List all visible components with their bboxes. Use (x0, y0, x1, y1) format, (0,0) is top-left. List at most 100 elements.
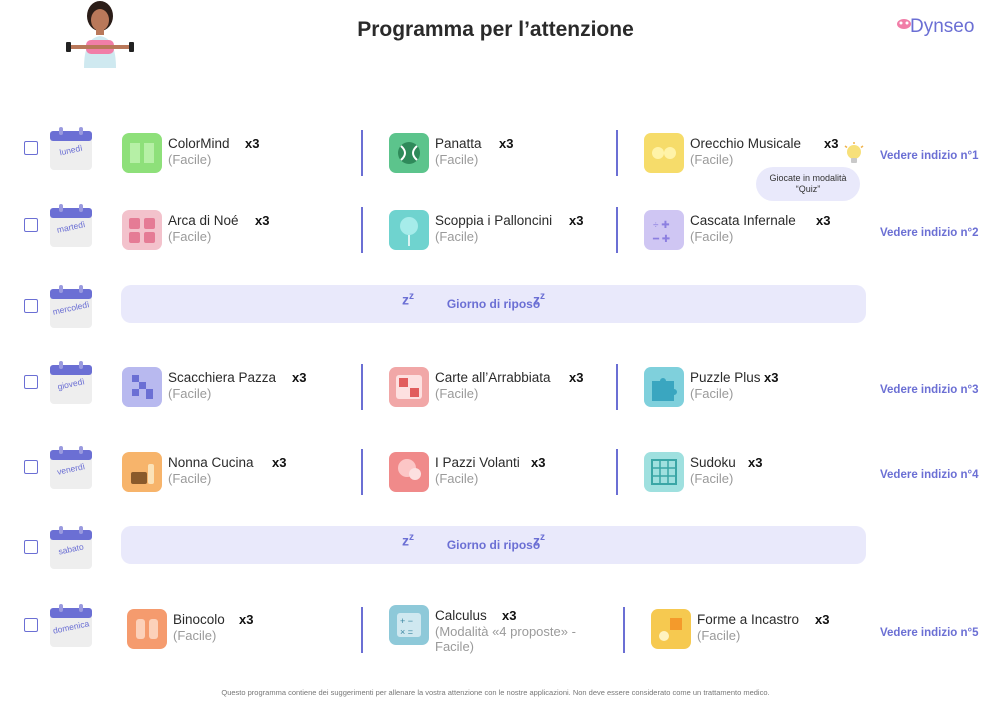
repetition-count: x3 (824, 136, 839, 151)
hint-link[interactable]: Vedere indizio n°3 (880, 384, 979, 396)
tip-bubble: Giocate in modalità “Quiz” (756, 167, 860, 201)
brand-logo: Dynseo (896, 14, 986, 40)
balloon-icon (389, 210, 429, 250)
difficulty-level: (Facile) (168, 229, 212, 244)
tennis-ball-icon (389, 133, 429, 173)
disclaimer: Questo programma contiene dei suggerimen… (221, 688, 770, 697)
column-divider (361, 364, 363, 410)
day-checkbox[interactable] (24, 299, 38, 313)
repetition-count: x3 (816, 213, 831, 228)
calculator-icon: + − × = (389, 605, 429, 645)
calendar-icon: martedì (49, 204, 93, 248)
colormind-icon (122, 133, 162, 173)
day-checkbox[interactable] (24, 218, 38, 232)
activity-name: ColorMind (168, 136, 230, 151)
cooking-icon (122, 452, 162, 492)
activity-name: Carte all’Arrabbiata (435, 370, 551, 385)
hint-link[interactable]: Vedere indizio n°2 (880, 227, 979, 239)
svg-text:+ −: + − (400, 616, 413, 626)
puzzle-icon (644, 367, 684, 407)
difficulty-level: (Facile) (435, 386, 479, 401)
activity-name: Panatta (435, 136, 482, 151)
day-checkbox[interactable] (24, 618, 38, 632)
rest-day-banner: zz Giorno di riposo zz (121, 526, 866, 564)
day-checkbox[interactable] (24, 540, 38, 554)
column-divider (616, 364, 618, 410)
difficulty-level: (Facile) (173, 628, 217, 643)
calendar-icon: mercoledì (49, 285, 93, 329)
binoculars-icon (127, 609, 167, 649)
rest-day-banner: zz Giorno di riposo zz (121, 285, 866, 323)
repetition-count: x3 (531, 455, 546, 470)
activity-name: Arca di Noé (168, 213, 239, 228)
activity-name: Nonna Cucina (168, 455, 254, 470)
activity-name: Cascata Infernale (690, 213, 796, 228)
activity-name: Orecchio Musicale (690, 136, 802, 151)
difficulty-level: (Facile) (435, 471, 479, 486)
activity-name: I Pazzi Volanti (435, 455, 520, 470)
hint-link[interactable]: Vedere indizio n°5 (880, 627, 979, 639)
hint-link[interactable]: Vedere indizio n°1 (880, 150, 979, 162)
difficulty-level: (Facile) (690, 152, 734, 167)
brand-name: Dynseo (910, 16, 975, 37)
repetition-count: x3 (569, 370, 584, 385)
activity-name: Sudoku (690, 455, 736, 470)
column-divider (623, 607, 625, 653)
difficulty-level: (Facile) (690, 229, 734, 244)
sudoku-grid-icon (644, 452, 684, 492)
repetition-count: x3 (569, 213, 584, 228)
rest-day-label: Giorno di riposo (446, 297, 541, 311)
repetition-count: x3 (239, 612, 254, 627)
shapes-icon (651, 609, 691, 649)
animal-cards-icon (122, 210, 162, 250)
repetition-count: x3 (748, 455, 763, 470)
calendar-icon: giovedì (49, 361, 93, 405)
column-divider (361, 130, 363, 176)
activity-name: Forme a Incastro (697, 612, 800, 627)
repetition-count: x3 (499, 136, 514, 151)
difficulty-level: (Facile) (168, 471, 212, 486)
column-divider (361, 607, 363, 653)
repetition-count: x3 (292, 370, 307, 385)
day-checkbox[interactable] (24, 375, 38, 389)
math-symbols-icon: ÷ ✚ ━ ✚ (644, 210, 684, 250)
calendar-icon: domenica (49, 604, 93, 648)
column-divider (616, 207, 618, 253)
hint-link[interactable]: Vedere indizio n°4 (880, 469, 979, 481)
difficulty-level: (Modalità «4 proposte» - Facile) (435, 624, 576, 654)
calendar-icon: sabato (49, 526, 93, 570)
day-checkbox[interactable] (24, 460, 38, 474)
rest-day-label: Giorno di riposo (446, 538, 541, 552)
activity-name: Binocolo (173, 612, 225, 627)
repetition-count: x3 (255, 213, 270, 228)
difficulty-level: (Facile) (435, 152, 479, 167)
repetition-count: x3 (502, 608, 517, 623)
column-divider (361, 449, 363, 495)
calendar-icon: venerdì (49, 446, 93, 490)
sleep-icon: zz (533, 291, 545, 308)
difficulty-level: (Facile) (697, 628, 741, 643)
difficulty-level: (Facile) (690, 471, 734, 486)
calendar-icon: lunedì (49, 127, 93, 171)
difficulty-level: (Facile) (168, 386, 212, 401)
svg-text:━ ✚: ━ ✚ (652, 234, 670, 245)
svg-text:× =: × = (400, 627, 413, 637)
column-divider (616, 449, 618, 495)
column-divider (616, 130, 618, 176)
svg-text:÷ ✚: ÷ ✚ (653, 220, 670, 231)
column-divider (361, 207, 363, 253)
activity-name: Calculus (435, 608, 487, 623)
page-title: Programma per l’attenzione (357, 18, 634, 41)
chessboard-icon (122, 367, 162, 407)
repetition-count: x3 (272, 455, 287, 470)
repetition-count: x3 (764, 370, 779, 385)
difficulty-level: (Facile) (168, 152, 212, 167)
activity-name: Scacchiera Pazza (168, 370, 277, 385)
difficulty-level: (Facile) (690, 386, 734, 401)
music-icon (644, 133, 684, 173)
repetition-count: x3 (815, 612, 830, 627)
cards-icon (389, 367, 429, 407)
activity-name: Puzzle Plus (690, 370, 761, 385)
flying-balloon-icon (389, 452, 429, 492)
day-checkbox[interactable] (24, 141, 38, 155)
